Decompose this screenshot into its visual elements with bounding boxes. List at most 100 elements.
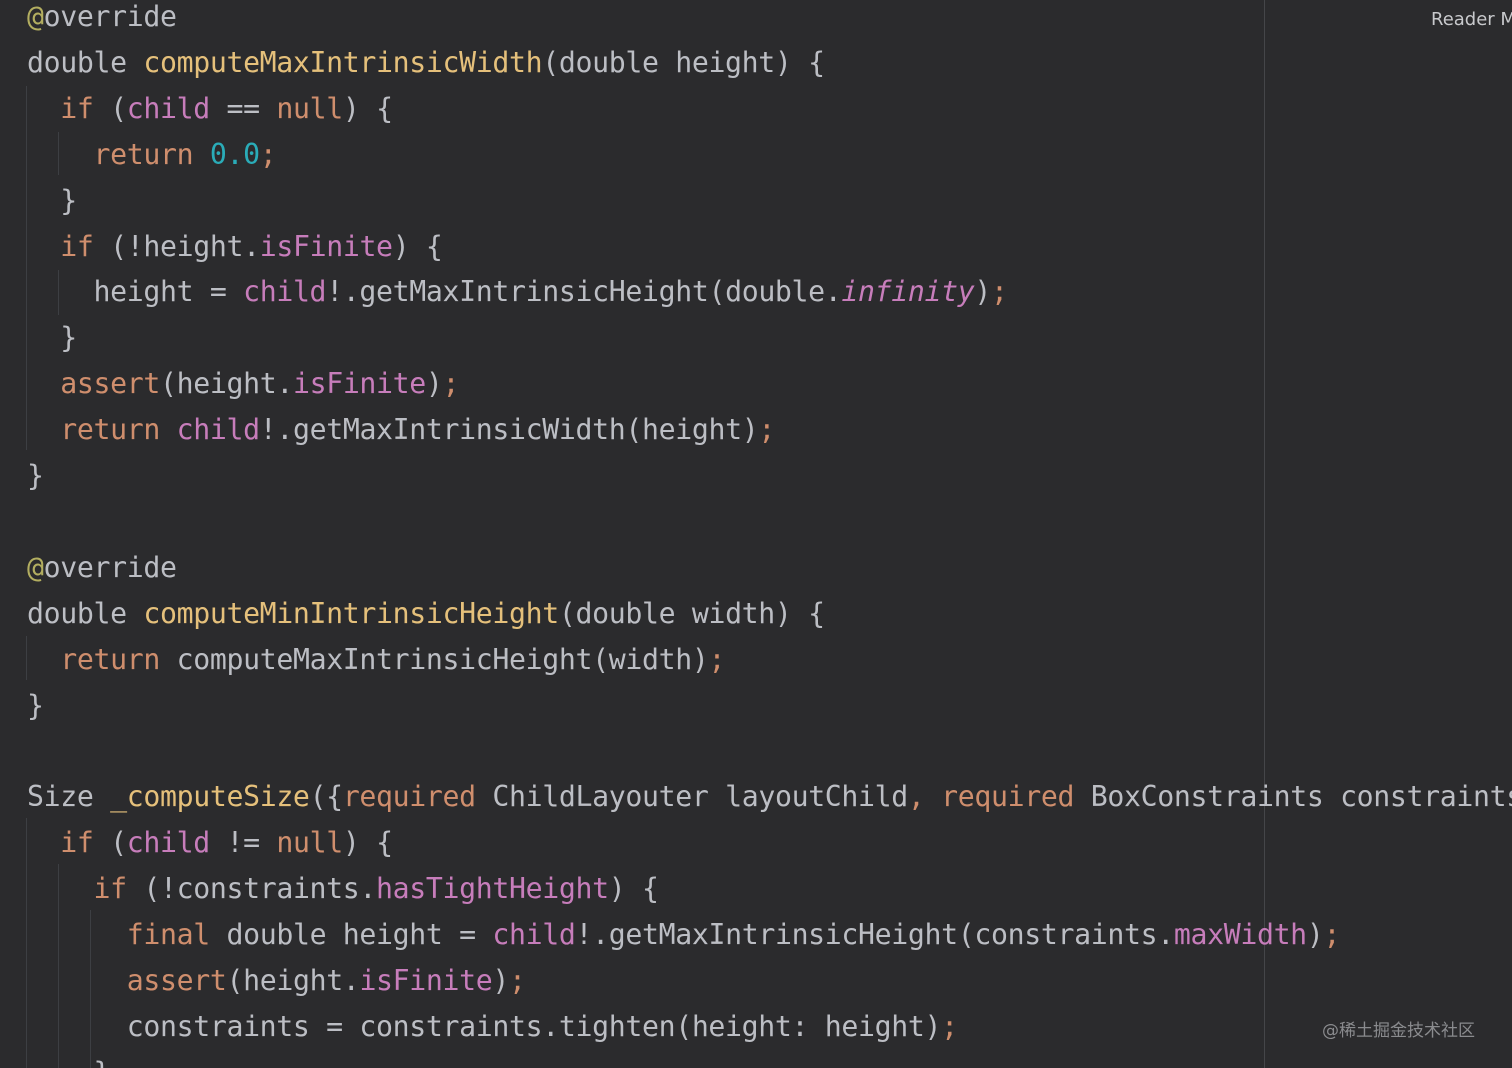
code-token: if <box>60 826 94 860</box>
code-token: ; <box>259 137 277 171</box>
code-token: } <box>27 183 77 217</box>
code-line[interactable]: height = child!.getMaxIntrinsicHeight(do… <box>27 269 1008 315</box>
code-token: _computeSize <box>110 780 310 814</box>
code-token: final <box>126 918 210 951</box>
code-line[interactable]: double computeMinIntrinsicHeight(double … <box>27 591 825 637</box>
code-token: infinity <box>841 275 975 309</box>
code-token: ({ <box>309 780 344 814</box>
code-token: (!height. <box>93 229 260 263</box>
code-line[interactable]: Size _computeSize({required ChildLayoute… <box>27 774 1512 820</box>
code-token: @ <box>27 0 44 33</box>
code-line[interactable]: if (!constraints.hasTightHeight) { <box>27 866 659 912</box>
code-token: required <box>342 780 476 814</box>
code-line[interactable]: if (child != null) { <box>27 820 393 866</box>
code-token: (height. <box>226 963 360 997</box>
code-line[interactable]: assert(height.isFinite); <box>27 361 459 407</box>
code-token: child <box>243 275 327 309</box>
code-token: (height. <box>159 367 293 401</box>
code-line[interactable]: if (!height.isFinite) { <box>27 224 443 270</box>
code-line[interactable]: } <box>27 178 77 224</box>
code-token: != <box>209 826 277 860</box>
code-token: ) <box>974 275 992 309</box>
code-token: !.getMaxIntrinsicWidth(height) <box>259 413 759 447</box>
reader-mode-button[interactable]: Reader M <box>1431 9 1512 30</box>
code-line[interactable]: assert(height.isFinite); <box>27 958 526 1004</box>
code-token: ( <box>93 826 127 860</box>
indent-guide <box>26 636 27 680</box>
code-token: if <box>60 91 94 125</box>
code-token: assert <box>60 367 160 401</box>
code-token: computeMaxIntrinsicHeight(width) <box>159 642 709 676</box>
code-token: if <box>93 872 127 906</box>
code-token: BoxConstraints constraints}) { <box>1090 780 1512 814</box>
code-line[interactable]: return computeMaxIntrinsicHeight(width); <box>27 637 725 683</box>
code-token: ; <box>708 642 726 676</box>
code-token: ; <box>991 275 1008 309</box>
code-token: ; <box>442 367 460 401</box>
code-token: !.getMaxIntrinsicHeight(constraints. <box>575 918 1175 951</box>
code-token: } <box>27 688 44 722</box>
code-token: } <box>27 1056 110 1068</box>
code-line[interactable]: if (child == null) { <box>27 86 393 132</box>
code-line[interactable]: } <box>27 683 44 729</box>
code-line[interactable]: } <box>27 453 44 499</box>
code-token: == <box>209 91 277 125</box>
code-token: if <box>60 229 94 263</box>
code-token: computeMinIntrinsicHeight <box>143 596 559 630</box>
code-token: child <box>176 413 260 447</box>
code-token: isFinite <box>359 963 493 997</box>
code-token: required <box>941 780 1075 814</box>
code-line[interactable]: constraints = constraints.tighten(height… <box>27 1004 958 1050</box>
code-token: ( <box>93 91 127 125</box>
code-line[interactable]: @override <box>27 545 177 591</box>
code-token: height = <box>27 275 244 309</box>
code-token: computeMaxIntrinsicWidth <box>143 45 543 79</box>
code-token: ; <box>941 1009 958 1043</box>
right-margin-guide <box>1264 0 1265 1068</box>
code-token: ) <box>1306 918 1324 951</box>
code-line[interactable]: double computeMaxIntrinsicWidth(double h… <box>27 40 825 86</box>
code-token: ChildLayouter layoutChild <box>475 780 908 814</box>
code-token: ) { <box>342 91 393 125</box>
code-token: isFinite <box>259 229 393 263</box>
code-token: null <box>276 91 343 125</box>
code-line[interactable]: return child!.getMaxIntrinsicWidth(heigh… <box>27 407 775 453</box>
code-token: , <box>907 780 942 814</box>
code-editor[interactable]: @override double computeMaxIntrinsicWidth… <box>0 0 1512 1068</box>
indent-guide <box>58 270 59 315</box>
code-token: ) { <box>342 826 393 860</box>
code-token: child <box>126 91 210 125</box>
code-line[interactable]: return 0.0; <box>27 132 276 178</box>
code-token: return <box>60 642 160 676</box>
code-token: ; <box>509 963 526 997</box>
code-token: child <box>492 918 576 951</box>
code-token: maxWidth <box>1173 918 1307 951</box>
code-token: (!constraints. <box>126 872 377 906</box>
code-line[interactable]: final double height = child!.getMaxIntri… <box>27 912 1341 958</box>
code-token: return <box>60 413 160 447</box>
code-token: @ <box>27 550 44 584</box>
code-token: } <box>27 321 77 355</box>
code-token: (double height) { <box>542 45 825 79</box>
code-token: ; <box>758 413 775 447</box>
code-token: 0.0 <box>209 137 260 171</box>
code-token: ) <box>492 963 510 997</box>
code-token: !.getMaxIntrinsicHeight(double. <box>326 275 842 309</box>
code-token: isFinite <box>292 367 426 401</box>
code-line[interactable]: } <box>27 315 77 361</box>
code-line[interactable]: } <box>27 1050 110 1068</box>
code-token: double <box>27 596 144 630</box>
code-token: ) { <box>608 872 659 906</box>
code-token: null <box>276 826 343 860</box>
code-token: double height = <box>209 918 493 951</box>
code-token: } <box>27 459 44 492</box>
code-line[interactable]: @override <box>27 0 177 40</box>
code-token: Size <box>27 780 111 814</box>
code-token: ) { <box>392 229 443 263</box>
